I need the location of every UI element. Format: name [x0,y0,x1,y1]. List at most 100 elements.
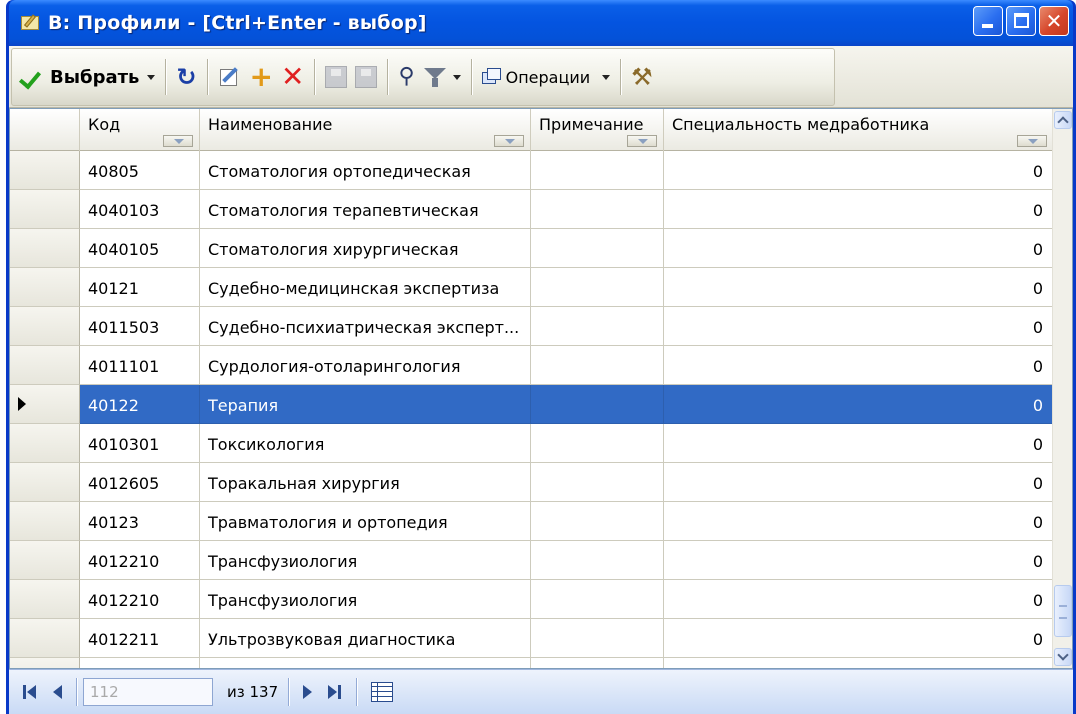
cell-name[interactable]: Сурдология-отоларингология [200,346,531,385]
column-header-spec[interactable]: Специальность медработника [664,109,1054,151]
cell-name[interactable]: Торакальная хирургия [200,463,531,502]
cell-note[interactable] [531,268,664,307]
scroll-thumb[interactable] [1054,585,1072,637]
select-dropdown-arrow-icon[interactable] [147,74,156,80]
cell-name[interactable]: Управление и экономика фармации [200,658,531,668]
nav-prev-button[interactable] [45,677,70,707]
table-row[interactable]: 40501Управление и экономика фармации 0 [10,658,1054,668]
cell-spec[interactable]: 0 [664,463,1054,502]
table-row[interactable]: 40123 Травматология и ортопедия 0 [10,502,1054,541]
table-row[interactable]: 40122 Терапия 0 [10,385,1054,424]
table-row[interactable]: 40805 Стоматология ортопедическая 0 [10,151,1054,190]
cell-code[interactable]: 4012211 [80,619,200,658]
cell-note[interactable] [531,424,664,463]
cell-note[interactable] [531,346,664,385]
row-indicator-cell[interactable] [10,502,80,541]
cell-code[interactable]: 4012210 [80,541,200,580]
cell-code[interactable]: 4011503 [80,307,200,346]
cell-name[interactable]: Травматология и ортопедия [200,502,531,541]
column-filter-code-icon[interactable] [163,135,193,147]
row-indicator-cell[interactable] [10,541,80,580]
cell-name[interactable]: Трансфузиология [200,541,531,580]
cell-code[interactable]: 4012210 [80,580,200,619]
save-button[interactable] [321,57,351,97]
cell-spec[interactable]: 0 [664,346,1054,385]
cell-spec[interactable]: 0 [664,268,1054,307]
row-indicator-cell[interactable] [10,190,80,229]
cell-spec[interactable]: 0 [664,229,1054,268]
row-indicator-cell[interactable] [10,658,80,668]
title-bar[interactable]: В: Профили - [Ctrl+Enter - выбор] ✕ [9,0,1073,46]
table-row[interactable]: 4040105 Стоматология хирургическая 0 [10,229,1054,268]
table-row[interactable]: 40121 Судебно-медицинская экспертиза 0 [10,268,1054,307]
cell-note[interactable] [531,385,664,424]
cell-code[interactable]: 4040103 [80,190,200,229]
column-filter-note-icon[interactable] [627,135,657,147]
row-indicator-cell[interactable] [10,307,80,346]
cell-note[interactable] [531,580,664,619]
record-number-input[interactable] [83,678,213,706]
select-button[interactable]: Выбрать [16,57,159,97]
cell-name[interactable]: Терапия [200,385,531,424]
cell-code[interactable]: 40122 [80,385,200,424]
cell-name[interactable]: Стоматология хирургическая [200,229,531,268]
cell-spec[interactable]: 0 [664,502,1054,541]
edit-button[interactable] [214,57,246,97]
row-indicator-cell[interactable] [10,385,80,424]
cell-note[interactable] [531,463,664,502]
scroll-up-button[interactable] [1054,111,1072,129]
row-indicator-cell[interactable] [10,424,80,463]
cell-note[interactable] [531,229,664,268]
column-header-code[interactable]: Код [80,109,200,151]
nav-first-button[interactable] [15,677,45,707]
row-indicator-cell[interactable] [10,151,80,190]
scroll-down-button[interactable] [1054,648,1072,666]
column-filter-name-icon[interactable] [494,135,524,147]
tools-button[interactable]: ⚒ [627,57,657,97]
row-indicator-cell[interactable] [10,229,80,268]
cell-name[interactable]: Судебно-медицинская экспертиза [200,268,531,307]
column-header-name[interactable]: Наименование [200,109,531,151]
cell-code[interactable]: 4011101 [80,346,200,385]
cell-spec[interactable]: 0 [664,619,1054,658]
cell-code[interactable]: 40123 [80,502,200,541]
cell-spec[interactable]: 0 [664,580,1054,619]
cell-name[interactable]: Стоматология терапевтическая [200,190,531,229]
column-header-note[interactable]: Примечание [531,109,664,151]
table-row[interactable]: 4012210 Трансфузиология 0 [10,580,1054,619]
cell-note[interactable] [531,619,664,658]
filter-button[interactable] [419,57,465,97]
filter-dropdown-arrow-icon[interactable] [452,74,461,80]
add-button[interactable]: + [246,57,277,97]
cell-note[interactable] [531,502,664,541]
row-indicator-cell[interactable] [10,580,80,619]
cell-note[interactable] [531,190,664,229]
close-button[interactable]: ✕ [1039,6,1069,36]
cell-name[interactable]: Трансфузиология [200,580,531,619]
table-row[interactable]: 4010301 Токсикология 0 [10,424,1054,463]
save-all-button[interactable] [351,57,381,97]
cell-spec[interactable]: 0 [664,541,1054,580]
cell-note[interactable] [531,658,664,668]
grid-view-button[interactable] [363,677,401,707]
maximize-button[interactable] [1006,6,1036,36]
profiles-grid[interactable]: Код Наименование Примечание Специальност… [9,108,1073,669]
table-row[interactable]: 4012210 Трансфузиология 0 [10,541,1054,580]
cell-spec[interactable]: 0 [664,658,1054,668]
cell-code[interactable]: 4010301 [80,424,200,463]
operations-button[interactable]: Операции [478,57,615,97]
table-row[interactable]: 4011101 Сурдология-отоларингология 0 [10,346,1054,385]
row-indicator-cell[interactable] [10,346,80,385]
row-indicator-cell[interactable] [10,619,80,658]
cell-note[interactable] [531,307,664,346]
minimize-button[interactable] [973,6,1003,36]
cell-name[interactable]: Судебно-психиатрическая эксперт... [200,307,531,346]
cell-code[interactable]: 40121 [80,268,200,307]
row-indicator-cell[interactable] [10,268,80,307]
cell-code[interactable]: 4040105 [80,229,200,268]
row-indicator-cell[interactable] [10,463,80,502]
delete-button[interactable]: ✕ [277,57,308,97]
cell-spec[interactable]: 0 [664,424,1054,463]
table-row[interactable]: 4012211 Ультрозвуковая диагностика 0 [10,619,1054,658]
cell-spec[interactable]: 0 [664,190,1054,229]
